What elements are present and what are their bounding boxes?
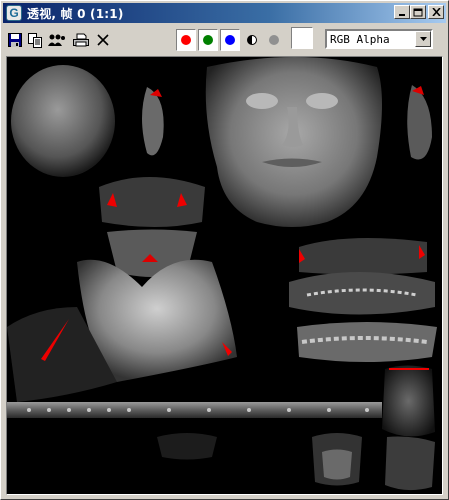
print-icon [73,33,89,47]
window-title: 透视, 帧 0 (1:1) [27,6,124,21]
app-icon[interactable]: G [6,5,22,21]
toolbar: RGB Alpha [3,25,446,55]
channel-select-value: RGB Alpha [330,33,390,46]
save-button[interactable] [5,29,25,51]
save-icon [8,33,22,47]
maximize-icon [413,8,423,16]
clone-icon [48,34,65,46]
maximize-button[interactable] [410,5,426,19]
alpha-channel-toggle[interactable] [242,29,262,51]
clear-button[interactable] [93,29,113,51]
mono-dot-icon [269,35,279,45]
blue-dot-icon [225,35,235,45]
texture-render-image [7,57,442,494]
window-controls [394,5,444,19]
color-swatch[interactable] [291,27,313,49]
green-dot-icon [203,35,213,45]
half-circle-icon [247,35,257,45]
render-viewport[interactable] [6,56,443,495]
print-button[interactable] [71,29,91,51]
title-bar[interactable]: G 透视, 帧 0 (1:1) [3,3,446,23]
channel-select[interactable]: RGB Alpha [325,29,433,49]
close-button[interactable] [428,5,444,19]
blue-channel-toggle[interactable] [220,29,240,51]
green-channel-toggle[interactable] [198,29,218,51]
clear-icon [97,34,109,46]
minimize-button[interactable] [394,5,410,19]
copy-icon [27,32,42,48]
red-channel-toggle[interactable] [176,29,196,51]
red-dot-icon [181,35,191,45]
close-icon [431,8,441,16]
minimize-icon [399,13,405,16]
chevron-down-icon[interactable] [415,31,431,47]
frame-buffer-window: G 透视, 帧 0 (1:1) RGB Alpha [0,0,449,500]
copy-button[interactable] [25,29,45,51]
monochrome-toggle[interactable] [264,29,284,51]
clone-window-button[interactable] [47,29,67,51]
